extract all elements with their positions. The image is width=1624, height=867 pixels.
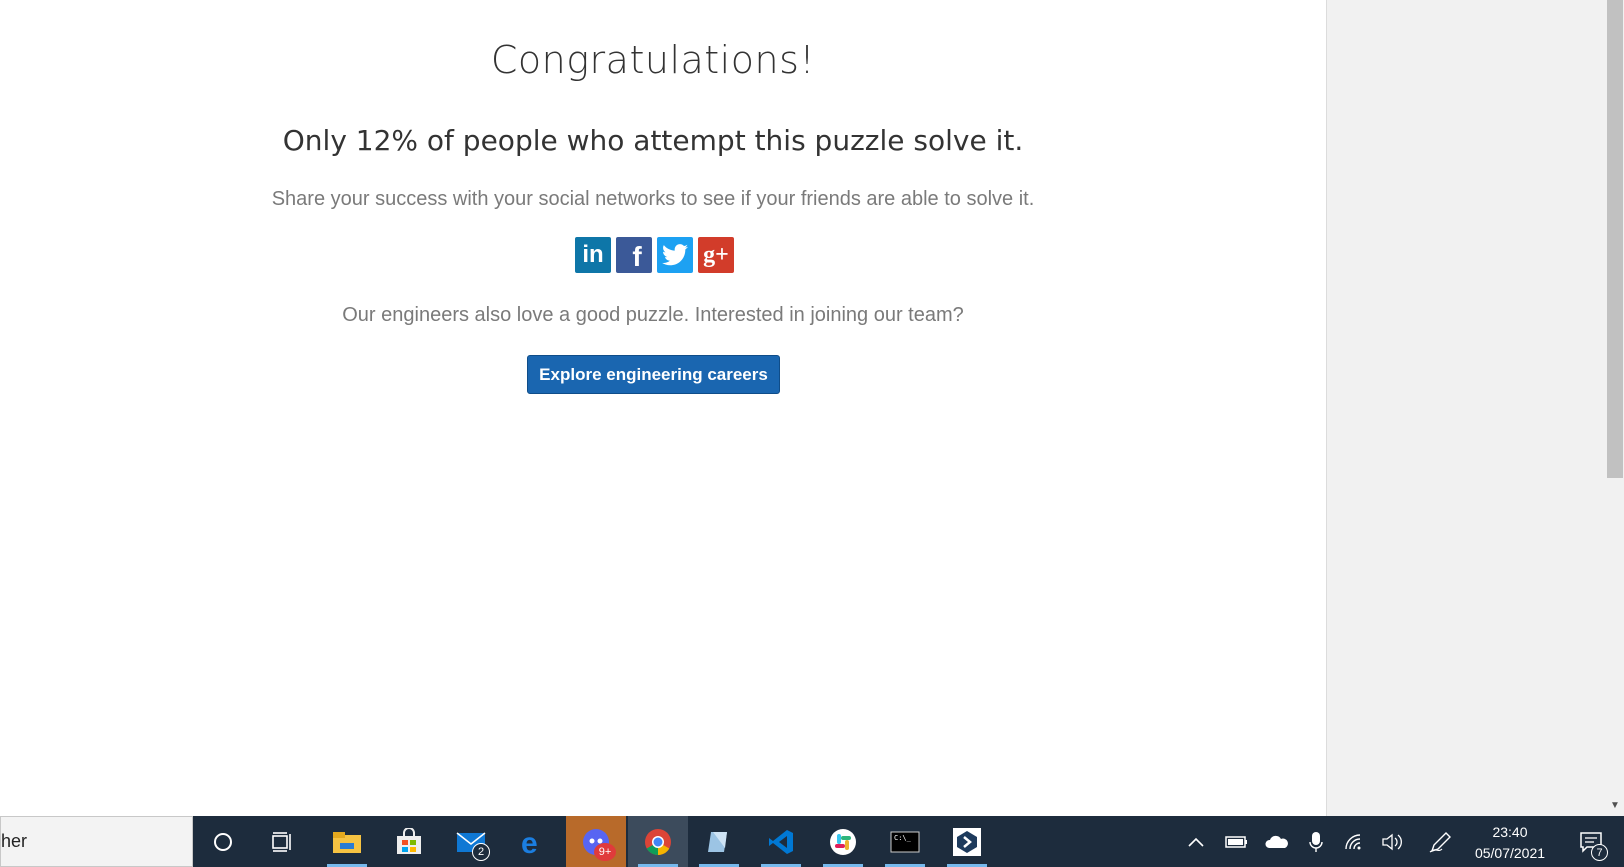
- taskbar-search-box[interactable]: her: [0, 816, 193, 867]
- twitter-bird-glyph: [662, 244, 688, 266]
- svg-text:C:\_: C:\_: [894, 834, 912, 842]
- page-title: Congratulations!: [490, 38, 816, 82]
- page-content: Congratulations! Only 12% of people who …: [0, 0, 1326, 816]
- facebook-icon[interactable]: f: [616, 237, 652, 273]
- notification-count-badge: 7: [1591, 844, 1608, 861]
- social-share-buttons: in f g+: [575, 237, 734, 273]
- mail-icon[interactable]: 2: [446, 816, 496, 867]
- microphone-icon[interactable]: [1302, 816, 1330, 867]
- careers-prompt: Our engineers also love a good puzzle. I…: [342, 304, 964, 326]
- volume-icon[interactable]: [1378, 816, 1408, 867]
- linkedin-icon[interactable]: in: [575, 237, 611, 273]
- search-input-text[interactable]: her: [1, 831, 27, 852]
- file-explorer-icon[interactable]: [322, 816, 372, 867]
- battery-icon[interactable]: [1222, 816, 1252, 867]
- slack-icon[interactable]: [818, 816, 868, 867]
- app-icon[interactable]: [942, 816, 992, 867]
- onedrive-icon[interactable]: [1262, 816, 1292, 867]
- microsoft-store-icon[interactable]: [384, 816, 434, 867]
- share-instructions: Share your success with your social netw…: [271, 188, 1035, 210]
- puzzle-stat-subtitle: Only 12% of people who attempt this puzz…: [282, 124, 1024, 157]
- facebook-glyph: f: [632, 241, 642, 272]
- twitter-icon[interactable]: [657, 237, 693, 273]
- pen-icon[interactable]: [1424, 816, 1456, 867]
- discord-icon[interactable]: 9+: [566, 816, 626, 867]
- vscode-icon[interactable]: [756, 816, 806, 867]
- taskbar-clock[interactable]: 23:40 05/07/2021: [1460, 822, 1560, 864]
- scrollbar-thumb[interactable]: [1607, 0, 1623, 478]
- cortana-icon[interactable]: [198, 816, 248, 867]
- notes-icon[interactable]: [694, 816, 744, 867]
- wifi-icon[interactable]: [1340, 816, 1370, 867]
- scroll-down-arrow-icon[interactable]: ▼: [1607, 798, 1623, 814]
- clock-time: 23:40: [1492, 824, 1528, 840]
- svg-text:e: e: [521, 828, 538, 856]
- explore-careers-button[interactable]: Explore engineering careers: [527, 355, 780, 394]
- google-plus-icon[interactable]: g+: [698, 237, 734, 273]
- chevron-up-icon[interactable]: [1182, 816, 1210, 867]
- windows-taskbar: her 2 e 9+ C:\_ 23:40 05/07/2021 7: [0, 816, 1624, 867]
- notification-center-icon[interactable]: 7: [1566, 816, 1616, 867]
- chrome-icon[interactable]: [628, 816, 688, 867]
- clock-date: 05/07/2021: [1474, 845, 1546, 861]
- terminal-icon[interactable]: C:\_: [880, 816, 930, 867]
- google-plus-glyph: g+: [703, 241, 729, 268]
- right-side-panel: [1326, 0, 1606, 816]
- mail-badge: 2: [472, 843, 490, 861]
- task-view-icon[interactable]: [258, 816, 308, 867]
- edge-icon[interactable]: e: [508, 816, 558, 867]
- discord-badge: 9+: [594, 843, 616, 861]
- linkedin-glyph: in: [582, 241, 604, 268]
